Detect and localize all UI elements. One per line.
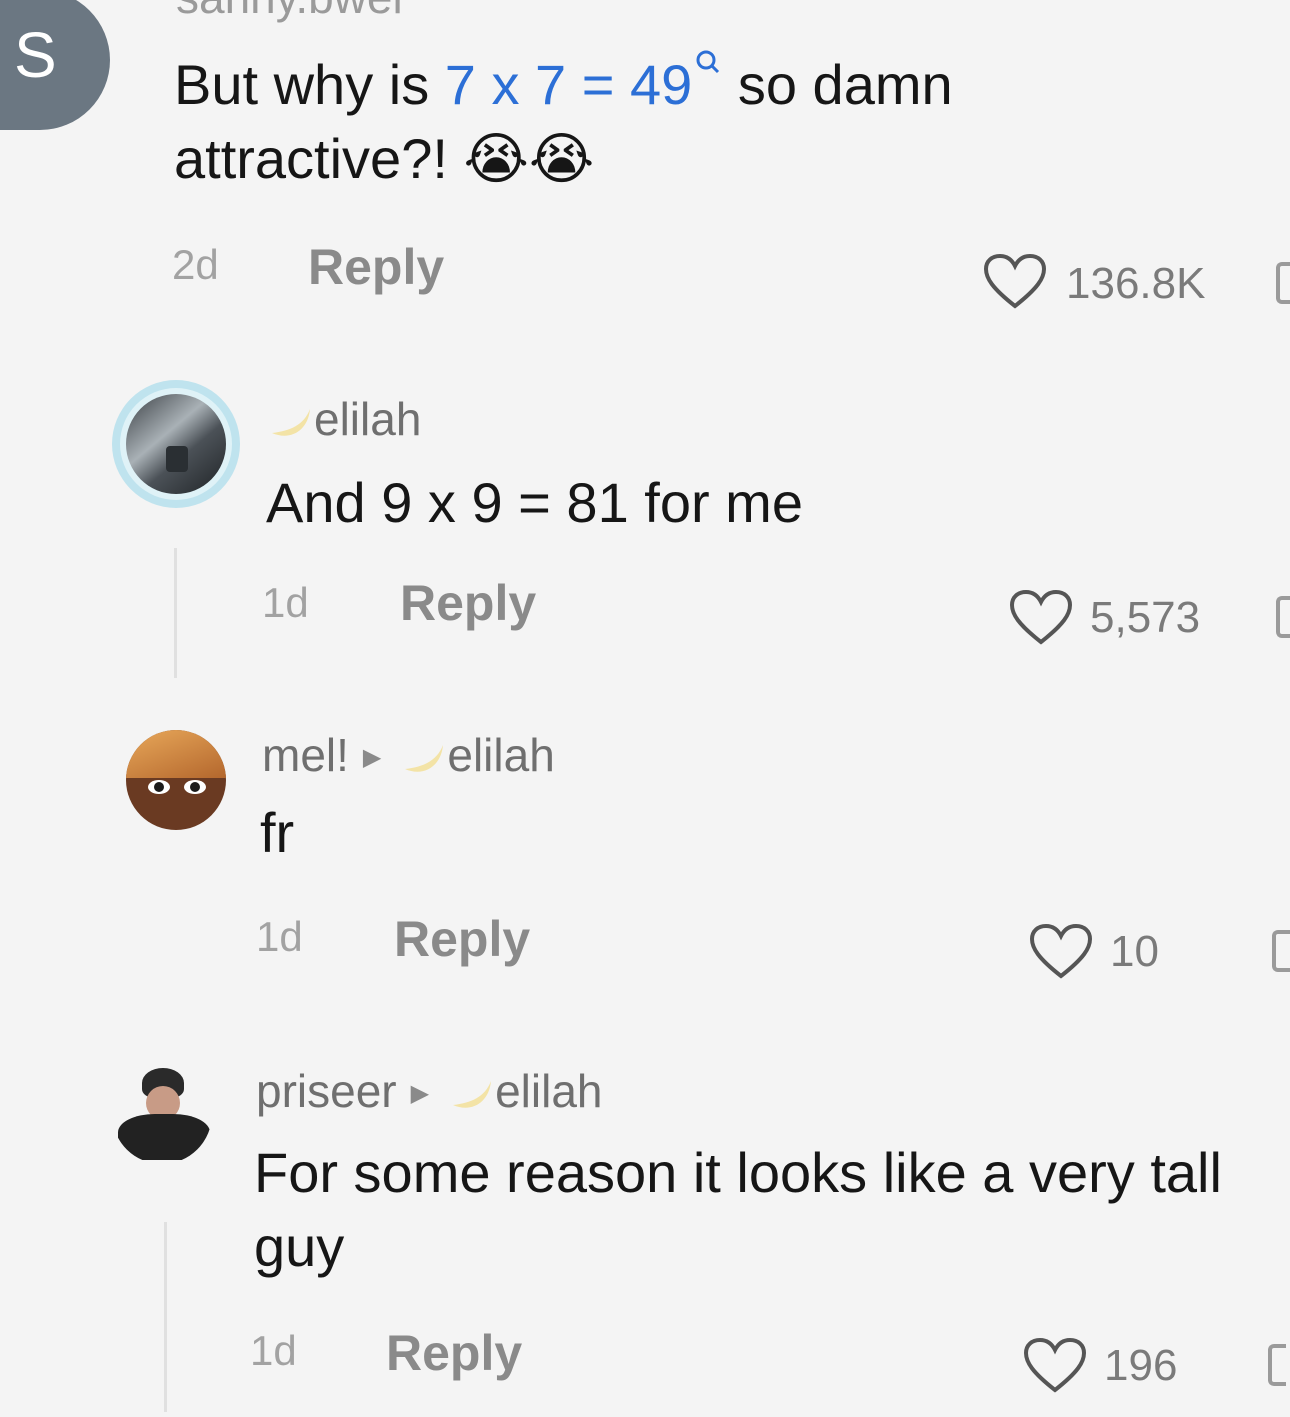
like-count: 5,573 (1090, 593, 1201, 642)
comment-text: And 9 x 9 = 81 for me (266, 471, 803, 534)
timestamp: 2d (172, 241, 219, 288)
dislike-icon[interactable] (1268, 1344, 1286, 1386)
heart-icon[interactable] (1022, 1336, 1088, 1396)
username[interactable]: mel! (262, 729, 349, 781)
reply-button[interactable]: Reply (386, 1328, 522, 1378)
timestamp: 1d (250, 1327, 297, 1374)
dislike-icon[interactable] (1276, 596, 1290, 638)
comment-text: For some reason it looks like a very tal… (254, 1141, 1222, 1278)
avatar[interactable] (126, 730, 226, 830)
username[interactable]: priseer (256, 1065, 397, 1117)
username-row: mel! ▶ elilah (262, 732, 555, 778)
avatar[interactable] (112, 1064, 212, 1164)
comment-text: fr (260, 801, 295, 864)
arrow-right-icon: ▶ (362, 744, 382, 771)
dislike-icon[interactable] (1276, 262, 1290, 304)
heart-icon[interactable] (982, 252, 1048, 312)
reply-to-username[interactable]: elilah (495, 1065, 602, 1117)
reply-to-username[interactable]: elilah (447, 729, 554, 781)
thread-line (164, 1222, 167, 1412)
reply-button[interactable]: Reply (308, 242, 444, 292)
moon-icon (401, 737, 444, 777)
username[interactable]: elilah (268, 396, 421, 442)
search-link[interactable]: 7 x 7 = 49 (445, 50, 723, 116)
moon-icon (449, 1073, 492, 1113)
search-icon (696, 50, 720, 74)
username[interactable]: sanny.bwel (176, 0, 403, 20)
arrow-right-icon: ▶ (410, 1080, 430, 1107)
dislike-icon[interactable] (1272, 930, 1290, 972)
heart-icon[interactable] (1028, 922, 1094, 982)
like-count: 10 (1110, 927, 1159, 976)
timestamp: 1d (262, 579, 309, 626)
avatar-letter: S (14, 19, 57, 91)
avatar[interactable] (112, 380, 240, 508)
username-row: priseer ▶ elilah (256, 1068, 603, 1114)
thread-line (174, 548, 177, 678)
like-count: 196 (1104, 1341, 1178, 1390)
timestamp: 1d (256, 913, 303, 960)
heart-icon[interactable] (1008, 588, 1074, 648)
reply-button[interactable]: Reply (394, 914, 530, 964)
reply-button[interactable]: Reply (400, 578, 536, 628)
like-count: 136.8K (1066, 259, 1206, 308)
comment-text: But why is 7 x 7 = 49 so damn attractive… (174, 48, 1114, 196)
moon-icon (268, 401, 310, 441)
avatar[interactable]: S (0, 0, 110, 130)
